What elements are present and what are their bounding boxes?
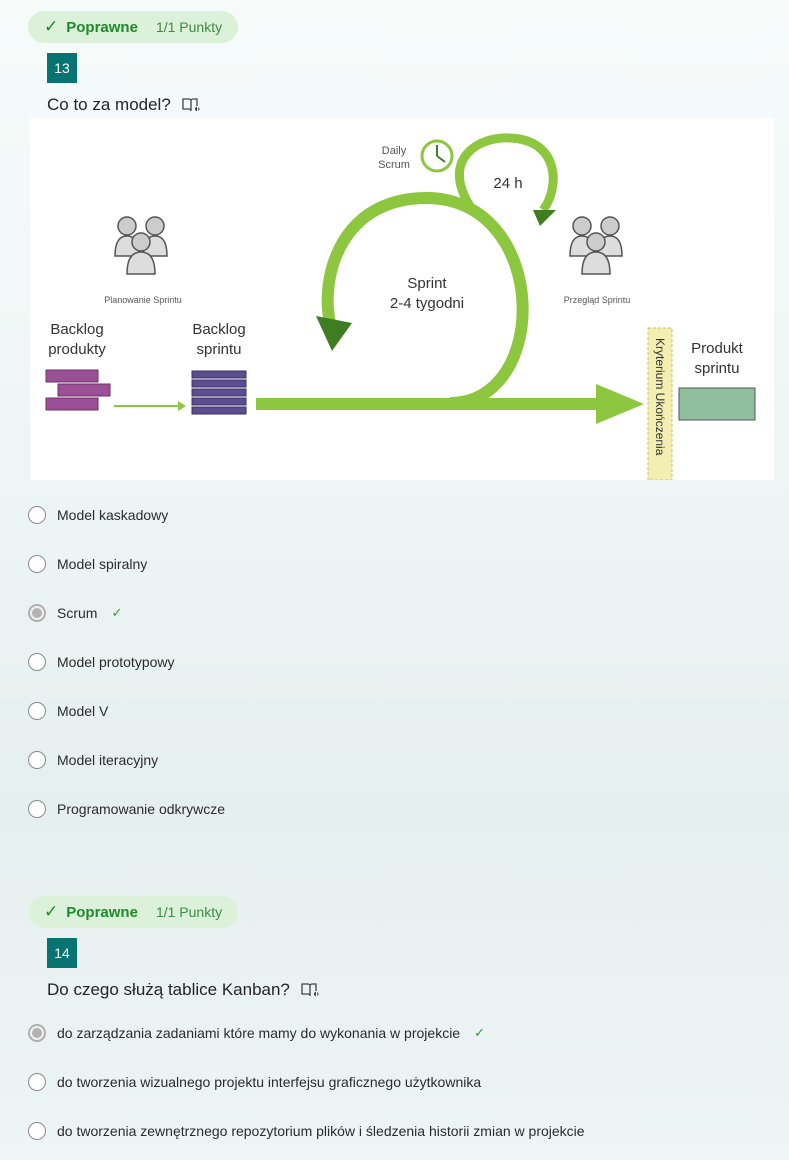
radio-selected-dot <box>32 1028 42 1038</box>
radio-button[interactable] <box>28 702 46 720</box>
backlog-sprint-label-2: sprintu <box>196 341 241 358</box>
sprint-label-1: Sprint <box>407 275 447 292</box>
option-item[interactable]: Model spiralny <box>28 552 147 576</box>
review-label: Przegląd Sprintu <box>564 295 631 305</box>
daily-loop-arrow <box>454 133 558 213</box>
backlog-product-label-2: produkty <box>48 341 106 358</box>
check-icon: ✓ <box>44 902 59 922</box>
product-label-1: Produkt <box>691 340 744 357</box>
option-item[interactable]: Scrum ✓ <box>28 601 122 625</box>
option-label: do zarządzania zadaniami które mamy do w… <box>57 1025 461 1041</box>
radio-button[interactable] <box>28 1024 46 1042</box>
main-flow-arrowhead <box>596 384 644 424</box>
option-label: Model spiralny <box>57 556 148 572</box>
people-icon-review <box>569 216 623 275</box>
product-label-2: sprintu <box>694 360 739 377</box>
radio-button[interactable] <box>28 1122 46 1140</box>
daily-loop-arrowhead <box>533 210 556 226</box>
correct-check-icon: ✓ <box>111 605 123 621</box>
result-points: 1/1 Punkty <box>155 19 223 35</box>
done-criteria-label: Kryterium Ukończenia <box>653 338 667 456</box>
result-status: Poprawne <box>66 18 138 36</box>
question-number: 14 <box>47 938 77 968</box>
option-item[interactable]: Programowanie odkrywcze <box>28 797 225 821</box>
option-label: Model kaskadowy <box>57 507 169 523</box>
option-label: Scrum <box>57 605 98 621</box>
option-item[interactable]: do tworzenia wizualnego projektu interfe… <box>28 1070 481 1094</box>
question-title-row: Do czego służą tablice Kanban? <box>47 980 320 1000</box>
option-label: Model prototypowy <box>57 654 175 670</box>
radio-button[interactable] <box>28 653 46 671</box>
product-box <box>678 387 756 421</box>
result-badge: ✓ Poprawne 1/1 Punkty <box>28 11 239 43</box>
planning-label: Planowanie Sprintu <box>104 295 182 305</box>
immersive-reader-icon[interactable] <box>300 982 320 998</box>
daily-scrum-label-2: Scrum <box>378 159 410 171</box>
option-item[interactable]: Model V <box>28 699 108 723</box>
sprint-backlog-blocks <box>191 370 247 415</box>
people-icon-planning <box>114 216 168 275</box>
question-title: Co to za model? <box>47 95 171 114</box>
daily-scrum-label-1: Daily <box>382 145 407 157</box>
product-backlog-blocks <box>45 369 111 411</box>
radio-button[interactable] <box>28 604 46 622</box>
option-label: do tworzenia wizualnego projektu interfe… <box>57 1074 482 1090</box>
loop-24h-label: 24 h <box>493 175 522 192</box>
option-item[interactable]: Model kaskadowy <box>28 503 168 527</box>
check-icon: ✓ <box>44 17 59 37</box>
option-item[interactable]: Model iteracyjny <box>28 748 158 772</box>
correct-check-icon: ✓ <box>474 1025 485 1041</box>
radio-button[interactable] <box>28 555 46 573</box>
question-title-row: Co to za model? <box>47 95 201 115</box>
sprint-label-2: 2-4 tygodni <box>390 295 464 312</box>
question-number: 13 <box>47 53 77 83</box>
option-label: do tworzenia zewnętrznego repozytorium p… <box>57 1123 585 1139</box>
clock-icon <box>420 139 454 173</box>
result-status: Poprawne <box>66 903 138 921</box>
option-item[interactable]: Model prototypowy <box>28 650 175 674</box>
radio-button[interactable] <box>28 1073 46 1091</box>
option-item[interactable]: do tworzenia zewnętrznego repozytorium p… <box>28 1119 585 1143</box>
radio-button[interactable] <box>28 506 46 524</box>
main-flow-arrow <box>256 398 616 410</box>
option-label: Programowanie odkrywcze <box>57 801 226 817</box>
radio-selected-dot <box>32 608 42 618</box>
result-badge: ✓ Poprawne 1/1 Punkty <box>28 896 239 928</box>
scrum-diagram-image: Daily Scrum 24 h Sprint 2-4 tygodni Plan… <box>30 118 774 480</box>
result-points: 1/1 Punkty <box>155 904 223 920</box>
question-title: Do czego służą tablice Kanban? <box>47 980 290 999</box>
backlog-sprint-label-1: Backlog <box>192 321 245 338</box>
immersive-reader-icon[interactable] <box>181 97 201 113</box>
radio-button[interactable] <box>28 751 46 769</box>
radio-button[interactable] <box>28 800 46 818</box>
option-label: Model iteracyjny <box>57 752 159 768</box>
sprint-arrowhead <box>316 316 352 351</box>
backlog-product-label-1: Backlog <box>50 321 103 338</box>
option-label: Model V <box>57 703 109 719</box>
option-item[interactable]: do zarządzania zadaniami które mamy do w… <box>28 1021 485 1045</box>
